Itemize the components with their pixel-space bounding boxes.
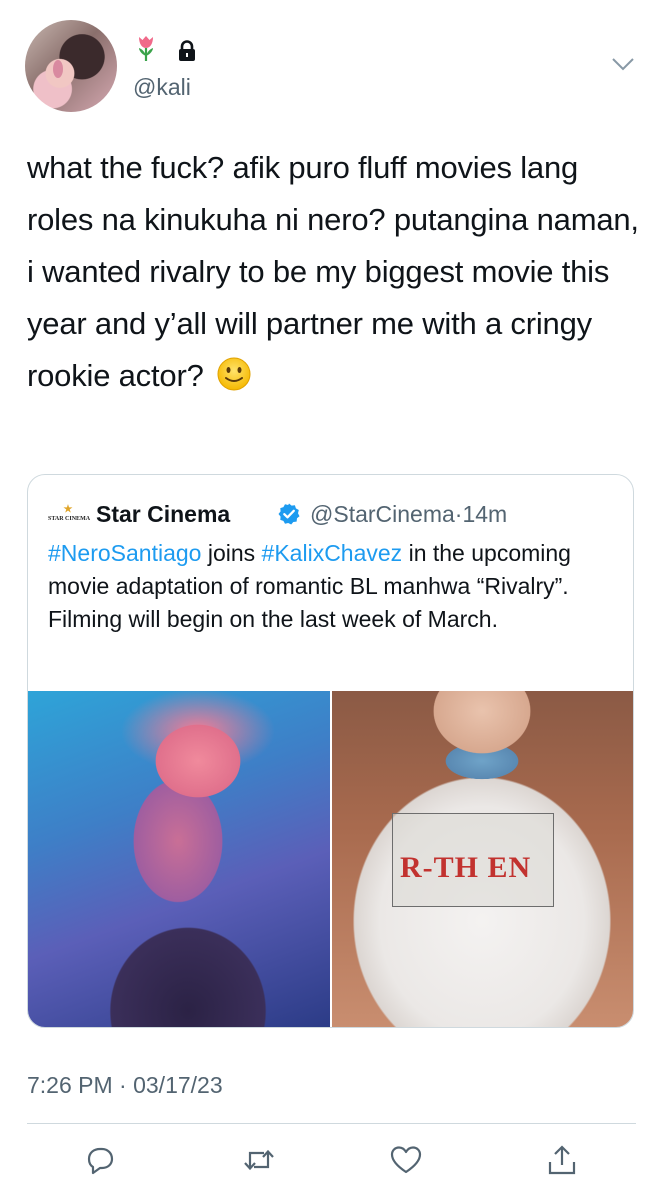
- verified-badge-icon: [278, 503, 300, 525]
- quote-time[interactable]: 14m: [462, 501, 507, 527]
- lock-icon: [179, 40, 195, 61]
- slightly-smiling-face-icon: [217, 357, 251, 391]
- quote-author-name[interactable]: Star Cinema: [96, 501, 230, 528]
- quote-tweet-card[interactable]: ★ STAR CINEMA Star Cinema @StarCinema·14…: [27, 474, 634, 1028]
- quote-handle[interactable]: @StarCinema: [310, 501, 455, 527]
- tweet-text: what the fuck? afik puro fluff movies la…: [27, 142, 639, 402]
- share-icon[interactable]: [545, 1144, 579, 1176]
- logo-text: STAR CINEMA: [48, 516, 91, 522]
- divider: [27, 1123, 636, 1124]
- photo-right[interactable]: R-TH EN: [332, 691, 633, 1027]
- star-cinema-logo: ★ STAR CINEMA: [48, 504, 91, 525]
- retweet-icon[interactable]: [242, 1144, 276, 1176]
- quote-meta: @StarCinema·14m: [310, 501, 507, 528]
- author-handle[interactable]: @kali: [133, 74, 191, 101]
- star-logo-icon: ★: [63, 504, 73, 515]
- avatar-earring: [53, 60, 63, 78]
- reply-icon[interactable]: [83, 1144, 117, 1176]
- avatar[interactable]: [25, 20, 117, 112]
- like-icon[interactable]: [389, 1144, 423, 1176]
- photo-left[interactable]: [28, 691, 330, 1027]
- quote-text-part1: joins: [201, 540, 262, 566]
- tweet-body: what the fuck? afik puro fluff movies la…: [27, 150, 639, 393]
- quote-text: #NeroSantiago joins #KalixChavez in the …: [48, 537, 618, 636]
- tweet-timestamp[interactable]: 7:26 PM · 03/17/23: [27, 1072, 223, 1099]
- chevron-down-icon[interactable]: [610, 54, 636, 74]
- hashtag-kalixchavez[interactable]: #KalixChavez: [262, 540, 403, 566]
- tulip-icon: [139, 36, 153, 61]
- hashtag-nerosantiago[interactable]: #NeroSantiago: [48, 540, 201, 566]
- shirt-print-text: R-TH EN: [400, 851, 532, 884]
